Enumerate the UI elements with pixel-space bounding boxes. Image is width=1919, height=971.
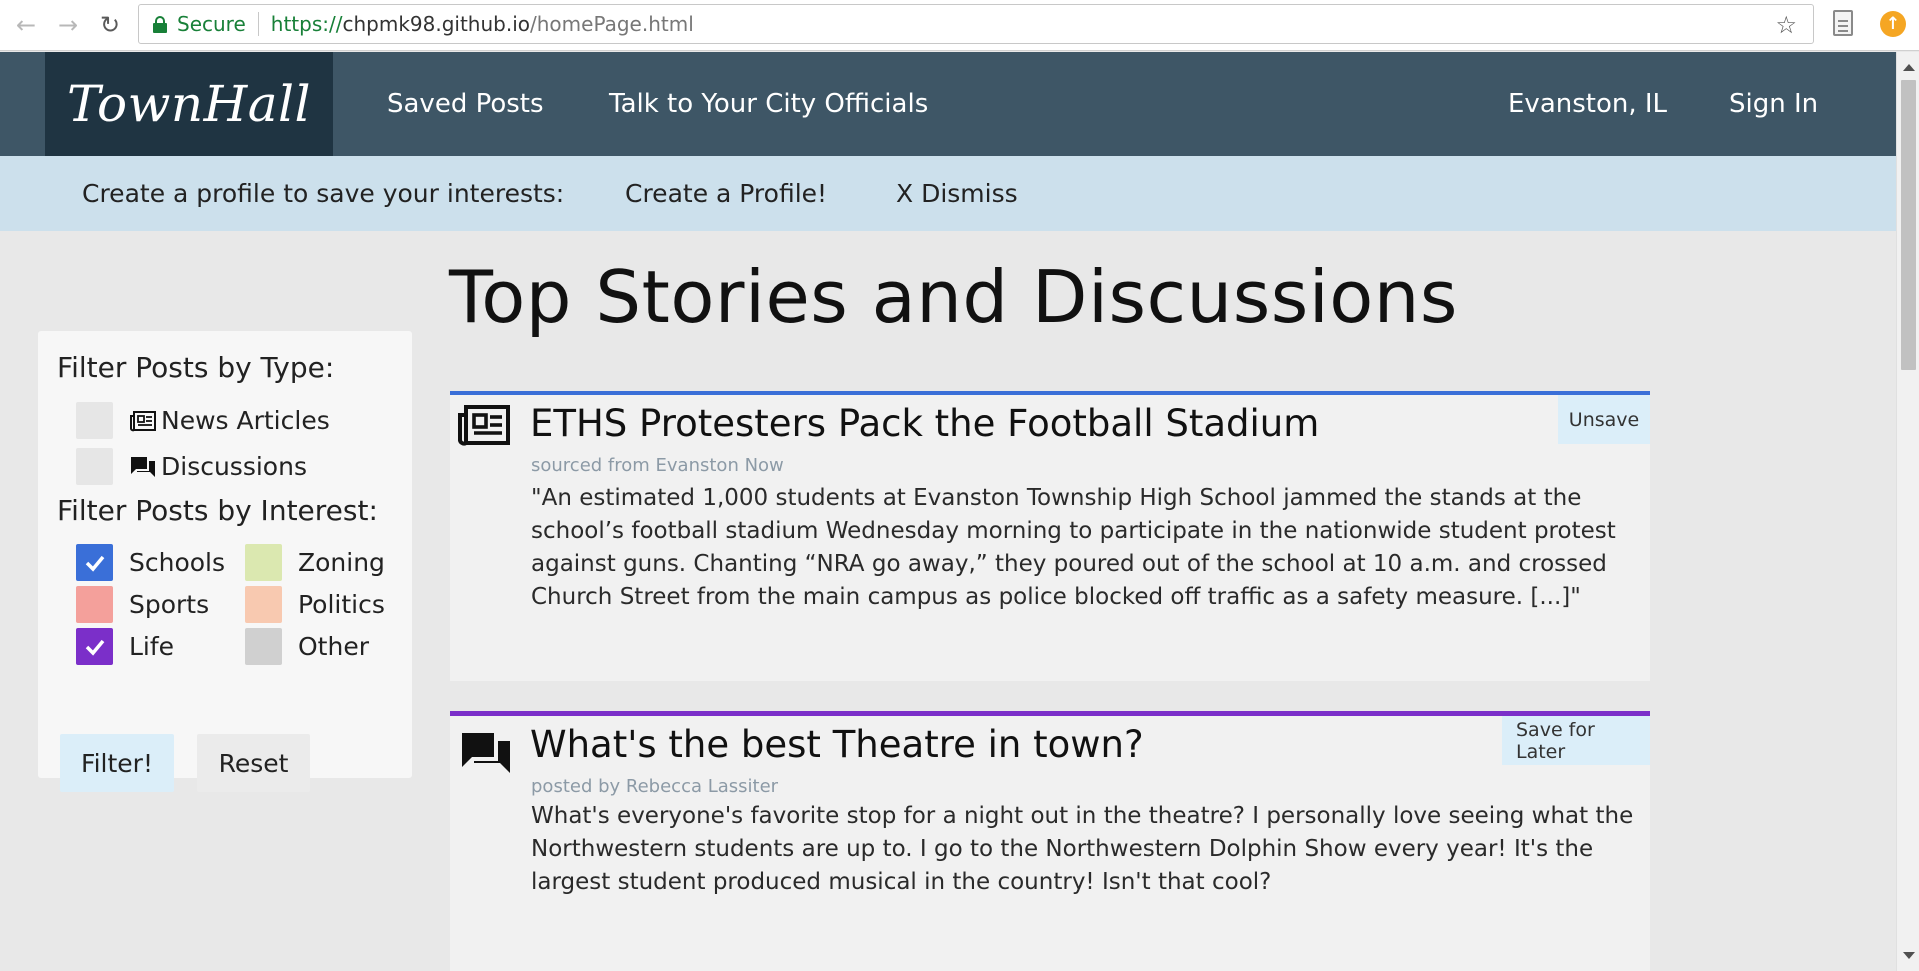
- post-body: What's everyone's favorite stop for a ni…: [531, 803, 1634, 895]
- filter-button[interactable]: Filter!: [60, 734, 174, 792]
- post-card[interactable]: ETHS Protesters Pack the Football Stadiu…: [450, 391, 1650, 681]
- document-extension-icon[interactable]: [1833, 10, 1853, 36]
- filter-panel: Filter Posts by Type: News Articles Disc…: [38, 331, 412, 792]
- interest-label: Politics: [298, 590, 385, 619]
- page-title: Top Stories and Discussions: [449, 255, 1458, 339]
- post-body: "An estimated 1,000 students at Evanston…: [531, 485, 1616, 610]
- page-viewport: TownHall Saved Posts Talk to Your City O…: [0, 52, 1896, 971]
- filter-interest-title: Filter Posts by Interest:: [57, 494, 378, 527]
- filter-type-label: Discussions: [161, 452, 307, 481]
- address-bar[interactable]: Secure https://chpmk98.github.io/homePag…: [138, 4, 1814, 44]
- navbar: TownHall Saved Posts Talk to Your City O…: [0, 52, 1896, 156]
- reload-icon[interactable]: ↻: [96, 11, 124, 39]
- reset-button[interactable]: Reset: [197, 734, 310, 792]
- discussion-icon: [458, 728, 514, 782]
- back-arrow-icon[interactable]: ←: [12, 11, 40, 39]
- url-text[interactable]: https://chpmk98.github.io/homePage.html: [271, 12, 694, 36]
- nav-location[interactable]: Evanston, IL: [1508, 52, 1667, 156]
- post-title[interactable]: What's the best Theatre in town?: [530, 723, 1144, 766]
- bookmark-star-icon[interactable]: ☆: [1775, 11, 1797, 39]
- nav-saved-posts[interactable]: Saved Posts: [387, 52, 544, 156]
- browser-toolbar: ← → ↻ Secure https://chpmk98.github.io/h…: [0, 0, 1919, 51]
- scroll-down-icon[interactable]: [1903, 952, 1915, 959]
- lock-icon: [153, 15, 167, 33]
- filter-interest-politics[interactable]: Politics: [245, 586, 385, 623]
- discussion-icon: [129, 455, 157, 479]
- nav-sign-in[interactable]: Sign In: [1729, 52, 1818, 156]
- url-path: /homePage.html: [530, 12, 694, 36]
- page-scrollbar[interactable]: [1896, 52, 1919, 971]
- filter-interest-life[interactable]: Life: [76, 628, 174, 665]
- create-profile-link[interactable]: Create a Profile!: [625, 156, 827, 231]
- post-title[interactable]: ETHS Protesters Pack the Football Stadiu…: [530, 402, 1319, 445]
- post-source: sourced from Evanston Now: [531, 455, 784, 476]
- checkbox[interactable]: [245, 544, 282, 581]
- checkbox[interactable]: [76, 402, 113, 439]
- scroll-thumb[interactable]: [1901, 80, 1916, 370]
- interest-label: Schools: [129, 548, 226, 577]
- filter-interest-schools[interactable]: Schools: [76, 544, 225, 581]
- checkbox[interactable]: [245, 586, 282, 623]
- filter-type-news[interactable]: News Articles: [76, 402, 330, 439]
- newspaper-icon: [456, 403, 512, 451]
- profile-banner: Create a profile to save your interests:…: [0, 156, 1896, 231]
- checkbox-checked[interactable]: [76, 544, 113, 581]
- url-scheme: https://: [270, 12, 343, 36]
- checkbox[interactable]: [76, 586, 113, 623]
- banner-prompt: Create a profile to save your interests:: [82, 179, 565, 208]
- secure-label: Secure: [177, 12, 246, 36]
- scroll-up-icon[interactable]: [1903, 64, 1915, 71]
- checkbox-checked[interactable]: [76, 628, 113, 665]
- dismiss-banner-link[interactable]: X Dismiss: [896, 156, 1018, 231]
- newspaper-icon: [129, 410, 157, 432]
- post-card[interactable]: What's the best Theatre in town? posted …: [450, 711, 1650, 971]
- unsave-button[interactable]: Unsave: [1558, 395, 1650, 444]
- filter-interest-sports[interactable]: Sports: [76, 586, 209, 623]
- interest-label: Sports: [129, 590, 210, 619]
- url-host: chpmk98.github.io: [342, 12, 530, 36]
- checkbox[interactable]: [245, 628, 282, 665]
- interest-label: Zoning: [298, 548, 385, 577]
- update-icon[interactable]: ↑: [1880, 11, 1906, 37]
- post-source: posted by Rebecca Lassiter: [531, 776, 779, 797]
- filter-type-label: News Articles: [161, 406, 330, 435]
- filter-interest-other[interactable]: Other: [245, 628, 369, 665]
- nav-talk-officials[interactable]: Talk to Your City Officials: [609, 52, 928, 156]
- checkbox[interactable]: [76, 448, 113, 485]
- filter-type-discussions[interactable]: Discussions: [76, 448, 307, 485]
- brand-logo[interactable]: TownHall: [45, 52, 333, 156]
- save-for-later-button[interactable]: Save for Later: [1502, 716, 1650, 765]
- address-separator: [257, 12, 259, 36]
- check-icon: [85, 555, 104, 572]
- forward-arrow-icon[interactable]: →: [54, 11, 82, 39]
- brand-name: TownHall: [67, 75, 311, 133]
- check-icon: [85, 639, 104, 656]
- filter-interest-zoning[interactable]: Zoning: [245, 544, 385, 581]
- interest-label: Other: [298, 632, 369, 661]
- interest-label: Life: [129, 632, 175, 661]
- filter-type-title: Filter Posts by Type:: [57, 351, 335, 384]
